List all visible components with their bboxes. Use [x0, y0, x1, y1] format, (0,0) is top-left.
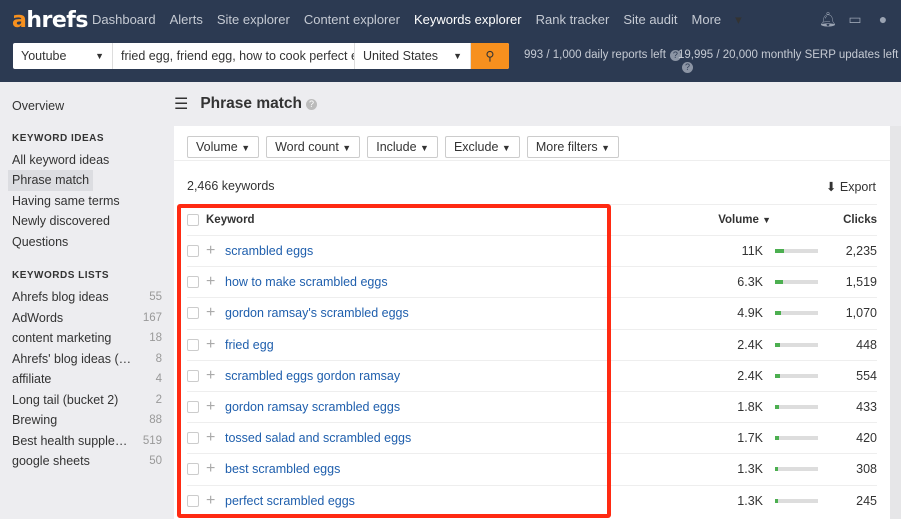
filter-include[interactable]: Include ▼	[367, 136, 438, 158]
keyword-list-item[interactable]: Ahrefs blog ideas 55	[12, 287, 162, 308]
keyword-list-item[interactable]: AdWords 167	[12, 308, 162, 329]
top-bar: ahrefs Dashboard Alerts Site explorer Conte…	[0, 0, 901, 82]
menu-icon[interactable]: ☰	[174, 94, 188, 114]
sidebar: Overview KEYWORD IDEAS All keyword ideas…	[8, 96, 162, 472]
source-select[interactable]: Youtube ▼	[13, 43, 113, 69]
volume-sort-header[interactable]: Volume ▼	[718, 214, 771, 226]
keyword-ideas-heading: KEYWORD IDEAS	[12, 132, 105, 144]
caret-down-icon: ▼	[95, 51, 104, 61]
inbox-icon[interactable]: ▭	[847, 11, 863, 27]
ahrefs-logo[interactable]: ahrefs	[12, 8, 88, 33]
keyword-list-item[interactable]: google sheets 50	[12, 451, 162, 472]
country-select[interactable]: United States ▼	[355, 43, 471, 69]
search-button[interactable]: ⚲	[471, 43, 509, 69]
keyword-list-item[interactable]: Long tail (bucket 2) 2	[12, 390, 162, 411]
sidebar-item-having-same-terms[interactable]: Having same terms	[12, 191, 162, 212]
caret-down-icon: ▼	[601, 143, 611, 153]
nav-site-audit[interactable]: Site audit	[623, 12, 677, 28]
volume-bar	[775, 311, 818, 316]
sidebar-item-phrase-match[interactable]: Phrase match	[8, 170, 94, 191]
filter-volume[interactable]: Volume ▼	[187, 136, 260, 158]
keyword-list-item[interactable]: content marketing 18	[12, 328, 162, 349]
caret-down-icon: ▾	[735, 12, 742, 27]
serp-quota: 19,995 / 20,000 monthly SERP updates lef…	[678, 49, 899, 73]
volume-bar	[775, 436, 818, 441]
volume-bar	[775, 342, 818, 347]
page-title: Phrase match	[200, 95, 303, 112]
nav-more[interactable]: More	[692, 12, 722, 28]
divider	[174, 160, 890, 161]
scrollbar[interactable]	[890, 126, 901, 519]
volume-bar	[775, 249, 818, 253]
nav-site-explorer[interactable]: Site explorer	[217, 12, 290, 28]
sidebar-item-all-keyword-ideas[interactable]: All keyword ideas	[12, 150, 162, 171]
page-header: ☰ Phrase match ?	[174, 94, 318, 114]
download-icon: ⬇	[825, 180, 837, 194]
export-button[interactable]: ⬇ Export	[826, 179, 876, 194]
search-bar: Youtube ▼ fried egg, friend egg, how to c…	[13, 43, 509, 69]
sidebar-item-questions[interactable]: Questions	[12, 232, 162, 253]
nav-alerts[interactable]: Alerts	[170, 12, 203, 28]
main-nav: Dashboard Alerts Site explorer Content expl…	[92, 12, 742, 28]
user-icon[interactable]: ●	[875, 11, 891, 27]
caret-down-icon: ▼	[241, 143, 251, 153]
clicks-header[interactable]: Clicks	[843, 214, 877, 226]
filter-more-filters[interactable]: More filters ▼	[526, 136, 620, 158]
help-icon[interactable]: ?	[306, 98, 318, 110]
nav-keywords-explorer[interactable]: Keywords explorer	[414, 12, 522, 28]
keywords-input[interactable]: fried egg, friend egg, how to cook perfe…	[113, 43, 355, 69]
keyword-list-item[interactable]: Brewing 88	[12, 410, 162, 431]
nav-rank-tracker[interactable]: Rank tracker	[536, 12, 610, 28]
keyword-count: 2,466 keywords	[187, 179, 275, 193]
filter-exclude[interactable]: Exclude ▼	[444, 136, 520, 158]
sort-desc-icon: ▼	[762, 215, 771, 225]
caret-down-icon: ▼	[453, 51, 462, 61]
volume-bar	[775, 373, 818, 378]
nav-dashboard[interactable]: Dashboard	[92, 12, 156, 28]
sidebar-item-overview[interactable]: Overview	[12, 96, 162, 117]
filter-word-count[interactable]: Word count ▼	[266, 136, 361, 158]
volume-bar	[775, 280, 818, 285]
keyword-list-item[interactable]: Best health supple… 519	[12, 431, 162, 452]
caret-down-icon: ▼	[342, 143, 352, 153]
reports-quota: 993 / 1,000 daily reports left?	[524, 49, 681, 61]
help-icon[interactable]: ?	[682, 62, 693, 73]
keyword-list-item[interactable]: Ahrefs' blog ideas (… 8	[12, 349, 162, 370]
nav-content-explorer[interactable]: Content explorer	[304, 12, 400, 28]
volume-bar	[775, 467, 818, 472]
keywords-lists-heading: KEYWORDS LISTS	[12, 270, 110, 281]
search-icon: ⚲	[485, 49, 495, 63]
caret-down-icon: ▼	[420, 143, 429, 153]
caret-down-icon: ▼	[501, 143, 511, 153]
sidebar-item-newly-discovered[interactable]: Newly discovered	[12, 211, 162, 232]
bell-icon[interactable]: 🔔︎	[819, 11, 837, 27]
keyword-list-item[interactable]: affiliate 4	[12, 369, 162, 390]
volume-bar	[775, 405, 818, 409]
highlight-box	[177, 204, 611, 518]
volume-bar	[775, 498, 818, 503]
